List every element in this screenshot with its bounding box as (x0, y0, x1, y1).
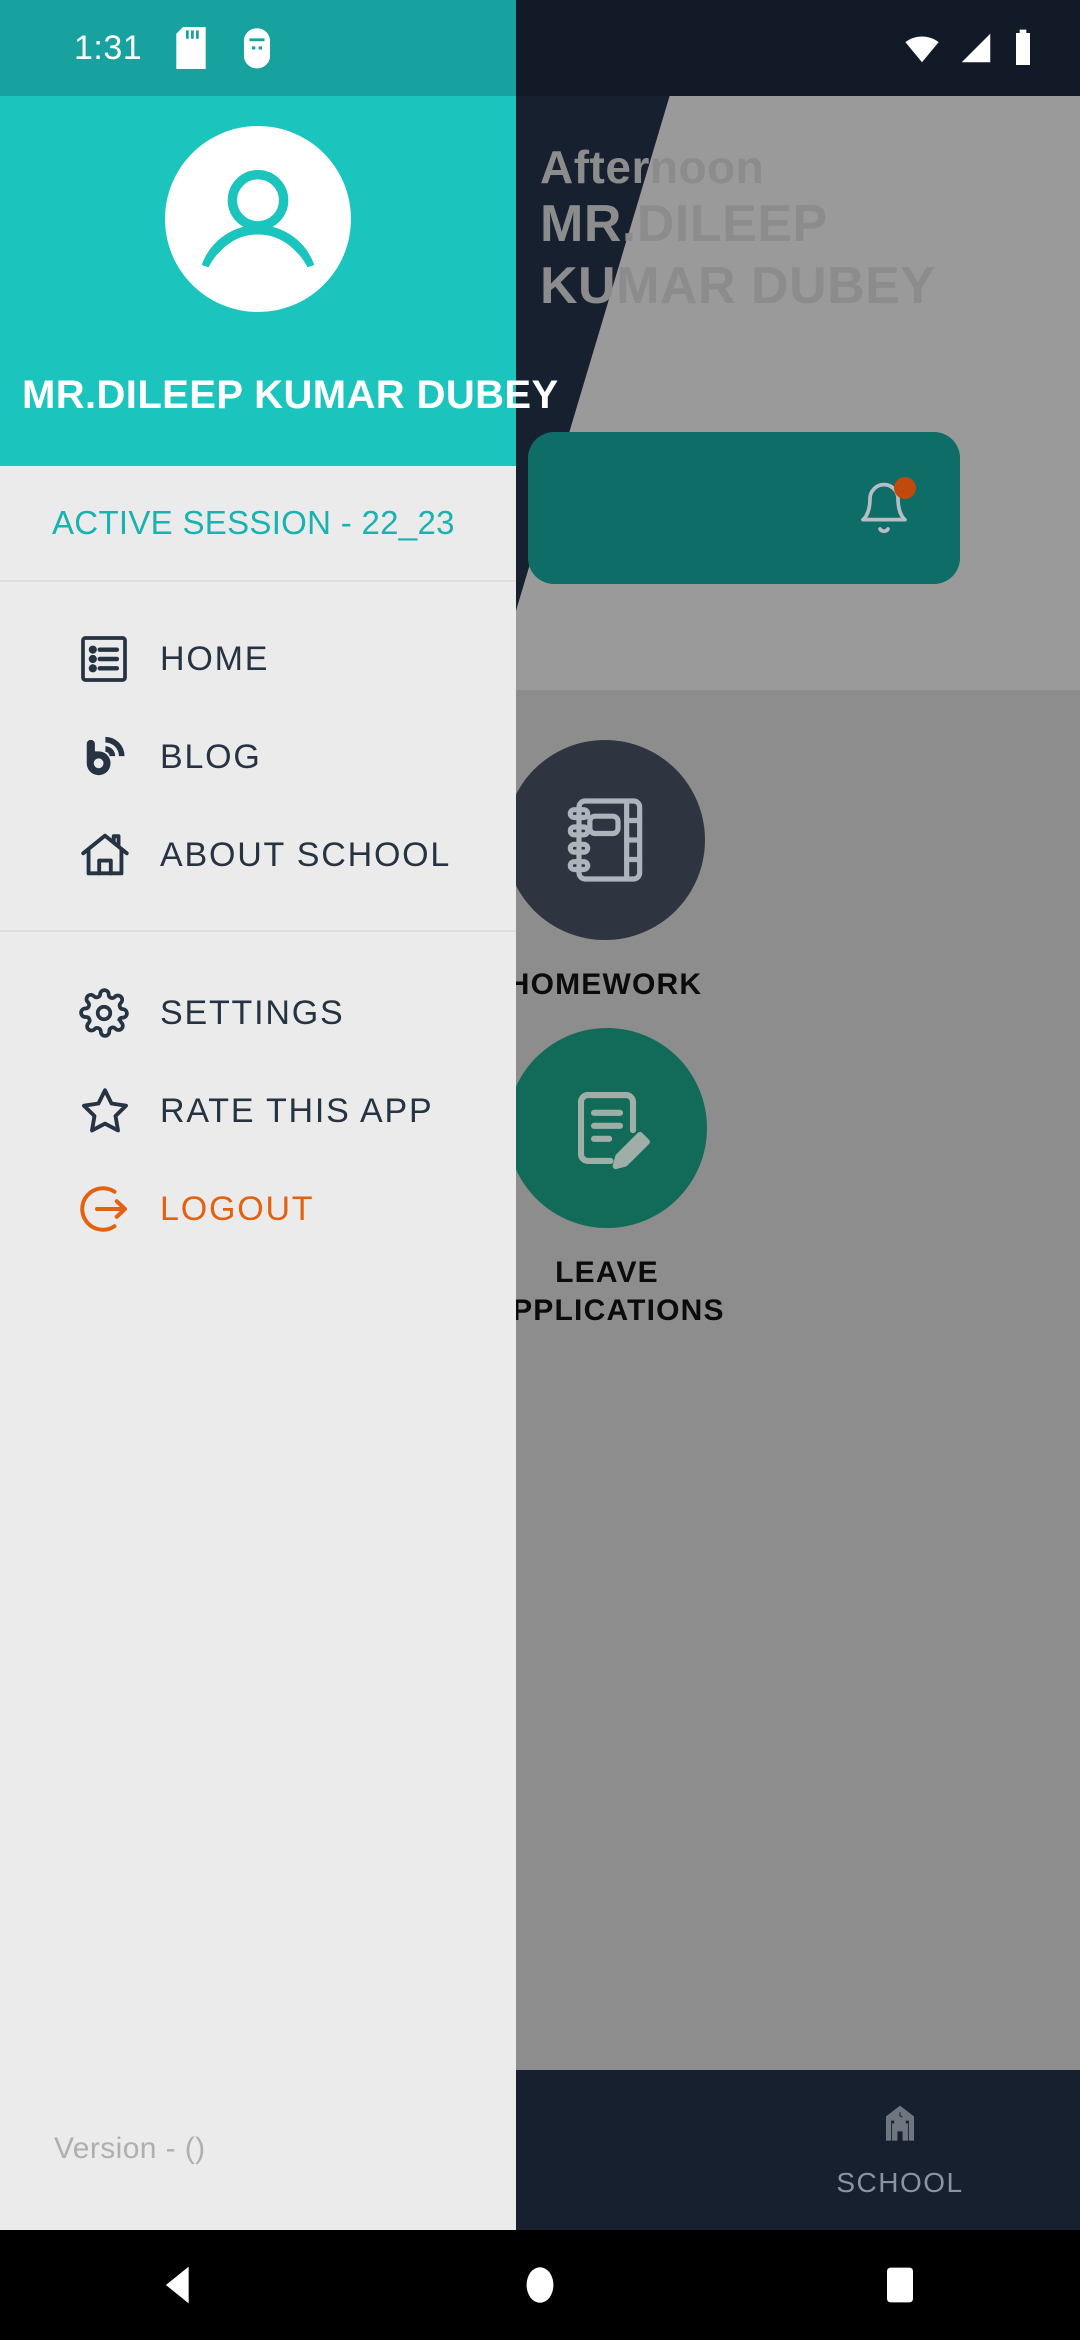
greeting-time-of-day: Afternoon (540, 141, 765, 193)
bell-icon[interactable] (856, 477, 916, 537)
version-row: Version - () (0, 2132, 516, 2230)
drawer-item-label: LOGOUT (160, 1189, 315, 1228)
logout-arrow-icon (76, 1179, 138, 1239)
system-status-bar-left: 1:31 (0, 0, 516, 96)
drawer-menu-secondary: SETTINGS RATE THIS APP LOGOUT (0, 930, 516, 1258)
home-circle-icon[interactable] (480, 2259, 600, 2311)
tile-label: HOMEWORK (507, 968, 703, 1001)
back-triangle-icon[interactable] (120, 2259, 240, 2311)
bottom-nav-item-school[interactable]: SCHOOL (720, 2101, 1080, 2199)
battery-icon (1016, 29, 1030, 66)
greeting-name-line1: MR.DILEEP (540, 195, 828, 254)
document-pencil-icon (507, 1028, 707, 1228)
status-bar-clock: 1:31 (74, 28, 143, 67)
drawer-item-settings[interactable]: SETTINGS (0, 964, 516, 1062)
blogger-rss-icon (76, 729, 138, 785)
drawer-item-label: BLOG (160, 737, 262, 776)
greeting-name-line2: KUMAR DUBEY (540, 256, 936, 315)
school-building-icon (886, 2105, 914, 2141)
bottom-nav-label: SCHOOL (836, 2167, 964, 2198)
notification-badge-dot (894, 477, 916, 499)
house-icon (76, 826, 138, 884)
version-label: Version - () (54, 2132, 206, 2165)
navigation-drawer: 1:31 MR.DILEEP KUMAR DUBEY ACTIVE SESSIO… (0, 0, 559, 2230)
active-session-row[interactable]: ACTIVE SESSION - 22_23 (0, 466, 516, 582)
active-session-label: ACTIVE SESSION - 22_23 (52, 504, 455, 541)
usb-debug-icon (244, 28, 271, 69)
recents-square-icon[interactable] (840, 2259, 960, 2311)
drawer-item-label: ABOUT SCHOOL (160, 835, 452, 874)
drawer-item-about-school[interactable]: ABOUT SCHOOL (0, 806, 516, 904)
greeting-block: Afternoon MR.DILEEP KUMAR DUBEY (540, 140, 1080, 317)
dashboard-list-icon (76, 631, 138, 687)
tile-label: LEAVE APPLICATIONS (489, 1256, 725, 1327)
drawer-item-label: HOME (160, 639, 270, 678)
phone-screen: Afternoon MR.DILEEP KUMAR DUBEY HOMEWORK… (0, 0, 1080, 2340)
wifi-icon (905, 36, 939, 63)
drawer-item-label: RATE THIS APP (160, 1091, 434, 1130)
user-avatar-icon (183, 144, 333, 294)
drawer-item-rate-this-app[interactable]: RATE THIS APP (0, 1062, 516, 1160)
drawer-header: MR.DILEEP KUMAR DUBEY (0, 96, 559, 466)
notification-card[interactable] (528, 432, 960, 584)
notebook-icon (505, 740, 705, 940)
drawer-menu-primary: HOME BLOG ABOUT SCHOOL (0, 582, 516, 904)
gear-icon (76, 985, 138, 1041)
drawer-item-home[interactable]: HOME (0, 610, 516, 708)
drawer-item-logout[interactable]: LOGOUT (0, 1160, 516, 1258)
sd-card-icon (176, 27, 206, 69)
star-icon (76, 1082, 138, 1140)
avatar[interactable] (165, 126, 351, 312)
android-navigation-bar (0, 2230, 1080, 2340)
drawer-item-blog[interactable]: BLOG (0, 708, 516, 806)
drawer-username: MR.DILEEP KUMAR DUBEY (22, 373, 559, 417)
drawer-item-label: SETTINGS (160, 993, 345, 1032)
cellular-signal-icon (961, 33, 991, 63)
